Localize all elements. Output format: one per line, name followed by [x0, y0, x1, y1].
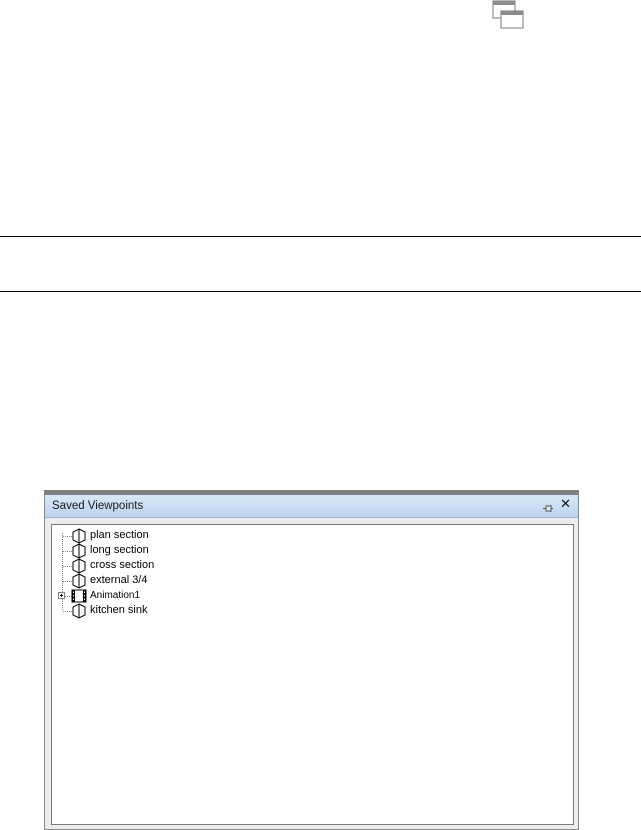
- divider-top: [0, 236, 641, 237]
- tree-item-label: long section: [90, 544, 149, 556]
- saved-viewpoints-panel: Saved Viewpoints ✕ plan section long sec…: [44, 490, 579, 830]
- animation-film-icon: [71, 588, 87, 604]
- divider-bottom: [0, 291, 641, 292]
- tree-item-animation1[interactable]: Animation1: [52, 588, 252, 604]
- tree-item-label: external 3/4: [90, 574, 148, 586]
- tree-item-external-3-4[interactable]: external 3/4: [52, 573, 252, 589]
- viewpoint-icon: [71, 528, 87, 544]
- tree-item-label: plan section: [90, 529, 149, 541]
- panel-title: Saved Viewpoints: [52, 500, 144, 512]
- tree-item-long-section[interactable]: long section: [52, 543, 252, 559]
- window-toggle-icon[interactable]: [492, 0, 526, 30]
- viewpoint-icon: [71, 573, 87, 589]
- pin-icon[interactable]: [542, 500, 554, 512]
- tree-item-label: cross section: [90, 559, 155, 571]
- viewpoint-icon: [71, 558, 87, 574]
- close-button[interactable]: ✕: [560, 497, 571, 512]
- viewpoint-icon: [71, 603, 87, 619]
- tree-item-kitchen-sink[interactable]: kitchen sink: [52, 603, 252, 619]
- tree-item-cross-section[interactable]: cross section: [52, 558, 252, 574]
- tree-item-label: kitchen sink: [90, 604, 148, 616]
- tree-item-label: Animation1: [90, 590, 141, 601]
- viewpoints-tree-view[interactable]: plan section long section cross section: [51, 524, 574, 825]
- expand-icon[interactable]: [58, 592, 65, 599]
- viewpoint-icon: [71, 543, 87, 559]
- panel-titlebar[interactable]: Saved Viewpoints ✕: [45, 495, 578, 518]
- tree-item-plan-section[interactable]: plan section: [52, 528, 252, 544]
